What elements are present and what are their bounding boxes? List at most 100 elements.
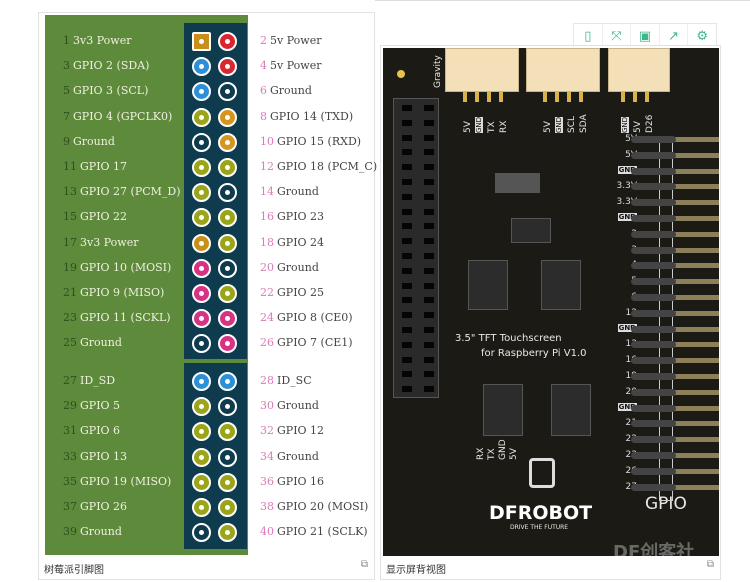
pin-23 bbox=[192, 309, 211, 329]
connector-pin bbox=[543, 92, 547, 102]
header-hole bbox=[424, 208, 434, 215]
pin-row: 37 GPIO 26 38 GPIO 20 (MOSI) bbox=[39, 498, 376, 518]
header-hole bbox=[402, 371, 412, 378]
pinout-panel: 1 3v3 Power 2 5v Power 3 GPIO 2 (SDA) 4 5v Po… bbox=[38, 12, 378, 580]
board-title-2: for Raspberry Pi V1.0 bbox=[481, 348, 587, 359]
connector-pin-label: GND bbox=[621, 116, 629, 133]
pin-row: 17 3v3 Power 18 GPIO 24 bbox=[39, 233, 376, 254]
enlarge-icon[interactable]: ⧉ bbox=[361, 559, 368, 570]
pin-row: 15 GPIO 22 16 GPIO 23 bbox=[39, 208, 376, 228]
pin-label-right: 12 GPIO 18 (PCM_C) bbox=[260, 160, 378, 173]
gpio-pad bbox=[631, 436, 676, 444]
pin-label-left: 15 GPIO 22 bbox=[63, 210, 128, 224]
pin-label-left: 33 GPIO 13 bbox=[63, 449, 128, 463]
header-hole bbox=[402, 105, 412, 111]
pin-label-right: 14 Ground bbox=[260, 185, 319, 199]
header-hole bbox=[402, 341, 412, 348]
gpio-pad bbox=[631, 341, 676, 349]
connector-pin bbox=[621, 92, 625, 102]
gpio-pad bbox=[631, 325, 676, 333]
pin-label-left: 25 Ground bbox=[63, 336, 122, 350]
gpio-pad bbox=[631, 262, 676, 270]
board-caption: 显示屏背视图 bbox=[386, 565, 446, 576]
pin-19 bbox=[192, 258, 211, 278]
header-hole bbox=[402, 386, 412, 393]
pin-label-left: 7 GPIO 4 (GPCLK0) bbox=[63, 109, 173, 123]
header-hole bbox=[402, 193, 412, 200]
connector-pin bbox=[555, 92, 559, 102]
header-hole bbox=[424, 356, 434, 363]
connector-pin-label: GND bbox=[475, 116, 483, 133]
connector-pin-label: SCL bbox=[567, 115, 577, 133]
pin-row: 3 GPIO 2 (SDA) 4 5v Power bbox=[39, 57, 376, 77]
pin-39 bbox=[192, 523, 211, 543]
header-hole bbox=[402, 223, 412, 230]
pin-row: 21 GPIO 9 (MISO) 22 GPIO 25 bbox=[39, 284, 376, 304]
pin-22 bbox=[218, 284, 237, 303]
pin-label-right: 40 GPIO 21 (SCLK) bbox=[260, 525, 368, 539]
connector-pin-label: 5V bbox=[463, 121, 473, 133]
pin-row: 31 GPIO 6 32 GPIO 12 bbox=[39, 422, 376, 442]
connector-pin bbox=[633, 92, 637, 102]
pin-row: 5 GPIO 3 (SCL) 6 Ground bbox=[39, 82, 376, 102]
pin-label-left: 5 GPIO 3 (SCL) bbox=[63, 84, 149, 98]
pin-label-left: 27 ID_SD bbox=[63, 374, 116, 387]
connector-pin-label: 5V bbox=[633, 121, 643, 133]
top-divider bbox=[375, 0, 750, 1]
pin-label-right: 20 Ground bbox=[260, 260, 319, 274]
chip-1 bbox=[511, 218, 551, 243]
header-hole bbox=[424, 386, 434, 393]
pin-3 bbox=[192, 57, 211, 77]
header-hole bbox=[402, 149, 412, 156]
pin-row: 11 GPIO 17 12 GPIO 18 (PCM_C) bbox=[39, 158, 378, 178]
side-connector-label: RX bbox=[476, 447, 486, 460]
pin-label-right: 36 GPIO 16 bbox=[260, 474, 325, 488]
board-panel: Gravity 5V GND TX RX 5V GND SCL SDA GND 5V D26 3.5… bbox=[380, 45, 721, 580]
pin-row: 35 GPIO 19 (MISO) 36 GPIO 16 bbox=[39, 472, 376, 493]
pin-label-left: 35 GPIO 19 (MISO) bbox=[63, 474, 172, 488]
pin-row: 29 GPIO 5 30 Ground bbox=[39, 397, 376, 417]
header-hole bbox=[402, 312, 412, 319]
side-connector-label: 5V bbox=[509, 448, 519, 460]
gpio-pad bbox=[631, 420, 676, 428]
pin-4 bbox=[218, 57, 237, 77]
header-hole bbox=[402, 238, 412, 245]
pin-30 bbox=[218, 397, 237, 417]
header-hole bbox=[402, 119, 412, 126]
pin-6 bbox=[218, 82, 237, 102]
gpio-pad bbox=[631, 183, 676, 191]
pin-label-right: 4 5v Power bbox=[260, 59, 322, 73]
pin-label-left: 31 GPIO 6 bbox=[63, 424, 121, 438]
header-hole bbox=[402, 208, 412, 215]
pin-label-right: 18 GPIO 24 bbox=[260, 235, 325, 249]
connector-pin bbox=[475, 92, 479, 102]
pin-14 bbox=[218, 183, 237, 203]
gpio-pad bbox=[631, 136, 676, 143]
header-hole bbox=[402, 356, 412, 363]
header-hole bbox=[424, 179, 434, 185]
header-hole bbox=[424, 297, 434, 304]
pin-row: 25 Ground 26 GPIO 7 (CE1) bbox=[39, 334, 376, 354]
pin-label-right: 8 GPIO 14 (TXD) bbox=[260, 109, 354, 123]
connector-d26 bbox=[608, 48, 670, 92]
header-hole bbox=[424, 341, 434, 348]
pin-row: 19 GPIO 10 (MOSI) 20 Ground bbox=[39, 258, 376, 279]
header-hole bbox=[424, 253, 434, 259]
enlarge-icon[interactable]: ⧉ bbox=[707, 559, 714, 570]
pin-label-right: 26 GPIO 7 (CE1) bbox=[260, 336, 353, 350]
pin-20 bbox=[218, 258, 237, 278]
header-hole bbox=[402, 282, 412, 289]
pin-label-left: 1 3v3 Power bbox=[63, 34, 132, 47]
pin-16 bbox=[218, 208, 237, 228]
pin-32 bbox=[218, 422, 237, 442]
pin-10 bbox=[218, 132, 237, 152]
chip-4 bbox=[483, 384, 523, 436]
board-image: Gravity 5V GND TX RX 5V GND SCL SDA GND 5V D26 3.5… bbox=[383, 48, 719, 556]
board-title-1: 3.5" TFT Touchscreen bbox=[455, 333, 562, 344]
pin-17 bbox=[192, 233, 211, 253]
pin-31 bbox=[192, 422, 211, 442]
gpio-pad bbox=[631, 230, 676, 238]
pin-35 bbox=[192, 472, 211, 492]
pin-label-left: 17 3v3 Power bbox=[63, 235, 139, 249]
gpio-pad bbox=[631, 151, 676, 159]
